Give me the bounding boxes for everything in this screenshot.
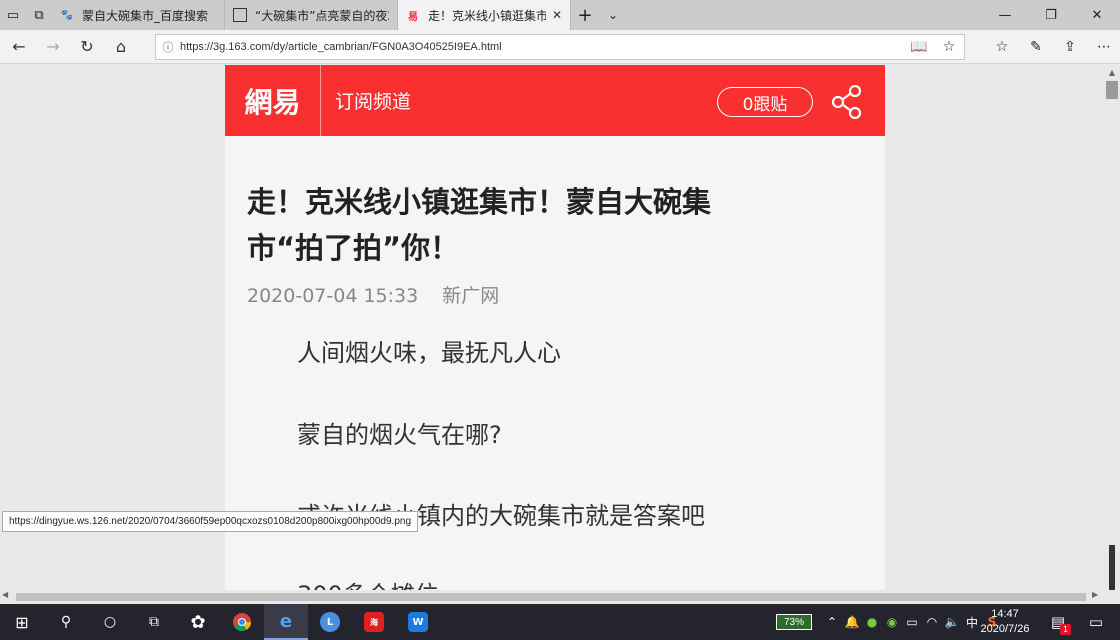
article-meta: 2020-07-04 15:33 新广网 — [247, 281, 517, 308]
tab-preview-icon[interactable]: ⧉ — [26, 0, 52, 30]
url-text: https://3g.163.com/dy/article_cambrian/F… — [180, 41, 502, 53]
green-app-icon[interactable]: ● — [862, 615, 882, 629]
window-controls: — ❐ ✕ — [982, 0, 1120, 30]
headline-line-2: 市“拍了拍”你！ — [247, 231, 460, 265]
bell-icon[interactable]: 🔔 — [842, 615, 862, 629]
info-icon[interactable]: ⓘ — [156, 39, 180, 55]
browser-toolbar: ☆ ✎ ⇪ ⋯ — [985, 30, 1120, 64]
restore-icon[interactable]: ❐ — [1028, 0, 1074, 30]
article-headline: 走！克米线小镇逛集市！蒙自大碗集 市“拍了拍”你！ — [247, 179, 787, 271]
close-icon[interactable]: ✕ — [552, 8, 562, 22]
tab-dawan-market[interactable]: “大碗集市”点亮蒙自的夜2020 — [225, 0, 398, 30]
chevron-up-icon[interactable]: ⌃ — [822, 615, 842, 629]
scrollbar-thumb[interactable] — [1106, 81, 1118, 99]
paw-icon: 🐾 — [60, 9, 74, 21]
channel-link[interactable]: 订阅频道 — [335, 87, 411, 114]
haiyou-app-icon[interactable]: 海 — [352, 604, 396, 640]
windows-start-icon[interactable]: ⊞ — [0, 604, 44, 640]
wps-icon[interactable]: W — [396, 604, 440, 640]
url-field[interactable]: ⓘ https://3g.163.com/dy/article_cambrian… — [155, 34, 965, 60]
l-app-icon[interactable]: L — [308, 604, 352, 640]
notification-badge: 1 — [1060, 624, 1071, 635]
forward-icon[interactable]: → — [36, 30, 70, 64]
pen-icon[interactable]: ✎ — [1019, 30, 1053, 64]
tab-set-aside-icon[interactable]: ▭ — [0, 0, 26, 30]
fan-app-icon[interactable]: ✿ — [176, 604, 220, 640]
vertical-scrollbar[interactable]: ▲ — [1104, 65, 1120, 591]
tab-active-article[interactable]: 易 走！克米线小镇逛集市！ ✕ — [398, 0, 571, 30]
volume-icon[interactable]: 🔈 — [942, 615, 962, 629]
page-icon — [233, 8, 247, 22]
tab-title: 蒙自大碗集市_百度搜索 — [82, 8, 209, 23]
paragraph: 蒙自的烟火气在哪? — [297, 421, 502, 449]
netease-logo[interactable]: 網易 — [225, 65, 321, 136]
minimize-icon[interactable]: — — [982, 0, 1028, 30]
battery-indicator[interactable]: 73% — [776, 614, 812, 630]
favorites-icon[interactable]: ☆ — [985, 30, 1019, 64]
scrollbar-thumb[interactable] — [16, 593, 1086, 601]
cortana-icon[interactable]: ○ — [88, 604, 132, 640]
chevron-down-icon[interactable]: ⌄ — [599, 0, 627, 30]
tab-title: “大碗集市”点亮蒙自的夜2020 — [255, 8, 389, 23]
headline-line-1: 走！克米线小镇逛集市！蒙自大碗集 — [247, 185, 712, 219]
new-tab-button[interactable]: + — [571, 0, 599, 30]
scroll-indicator[interactable] — [1109, 545, 1115, 591]
date: 2020/7/26 — [980, 623, 1030, 635]
share-icon[interactable]: ⇪ — [1053, 30, 1087, 64]
wifi-icon[interactable]: ◠ — [922, 615, 942, 629]
horizontal-scrollbar[interactable]: ◀ ▶ — [0, 590, 1120, 604]
address-bar: ← → ↻ ⌂ ⓘ https://3g.163.com/dy/article_… — [0, 30, 1120, 64]
system-tray: 73% ⌃ 🔔 ● ◉ ▭ ◠ 🔈 中 S — [776, 604, 1002, 640]
chrome-logo — [233, 613, 251, 632]
more-icon[interactable]: ⋯ — [1087, 30, 1120, 64]
favorite-star-icon[interactable]: ☆ — [934, 39, 964, 55]
scroll-right-icon[interactable]: ▶ — [1092, 590, 1098, 599]
close-window-icon[interactable]: ✕ — [1074, 0, 1120, 30]
scroll-left-icon[interactable]: ◀ — [2, 590, 8, 599]
tab-baidu-search[interactable]: 🐾 蒙自大碗集市_百度搜索 — [52, 0, 225, 30]
chat-notification-icon[interactable]: ▤ 1 — [1040, 604, 1076, 640]
clock[interactable]: 14:47 2020/7/26 — [974, 604, 1036, 640]
action-center-icon[interactable]: ▭ — [1078, 604, 1114, 640]
battery-icon[interactable]: ▭ — [902, 615, 922, 629]
scroll-up-icon[interactable]: ▲ — [1104, 65, 1120, 79]
back-icon[interactable]: ← — [2, 30, 36, 64]
follow-comments-button[interactable]: 0跟贴 — [717, 87, 813, 117]
taskbar: ⊞ ⚲ ○ ⧉ ✿ e L 海 W 73% ⌃ 🔔 ● ◉ ▭ ◠ 🔈 中 S … — [0, 604, 1120, 640]
status-link-tooltip: https://dingyue.ws.126.net/2020/0704/366… — [2, 511, 419, 532]
paragraph: 人间烟火味，最抚凡人心 — [297, 339, 561, 367]
chrome-icon[interactable] — [220, 604, 264, 640]
site-header: 網易 订阅频道 0跟贴 — [225, 65, 885, 136]
netease-icon: 易 — [408, 11, 418, 23]
share-nodes-icon[interactable] — [831, 85, 863, 119]
search-icon[interactable]: ⚲ — [44, 604, 88, 640]
home-icon[interactable]: ⌂ — [104, 30, 138, 64]
tab-title: 走！克米线小镇逛集市！ — [428, 8, 546, 23]
reading-view-icon[interactable]: 📖 — [904, 39, 934, 55]
article-source: 新广网 — [442, 285, 500, 307]
wechat-icon[interactable]: ◉ — [882, 615, 902, 629]
time: 14:47 — [991, 608, 1019, 620]
tab-bar: ▭ ⧉ 🐾 蒙自大碗集市_百度搜索 “大碗集市”点亮蒙自的夜2020 易 走！克… — [0, 0, 1120, 30]
refresh-icon[interactable]: ↻ — [70, 30, 104, 64]
paragraph: 300多个摊位 — [297, 575, 439, 590]
publish-date: 2020-07-04 15:33 — [247, 285, 419, 307]
page-viewport: 網易 订阅频道 0跟贴 走！克米线小镇逛集市！蒙自大碗集 市“拍了拍”你！ 20… — [0, 65, 1104, 590]
task-view-icon[interactable]: ⧉ — [132, 604, 176, 640]
edge-icon[interactable]: e — [264, 604, 308, 640]
